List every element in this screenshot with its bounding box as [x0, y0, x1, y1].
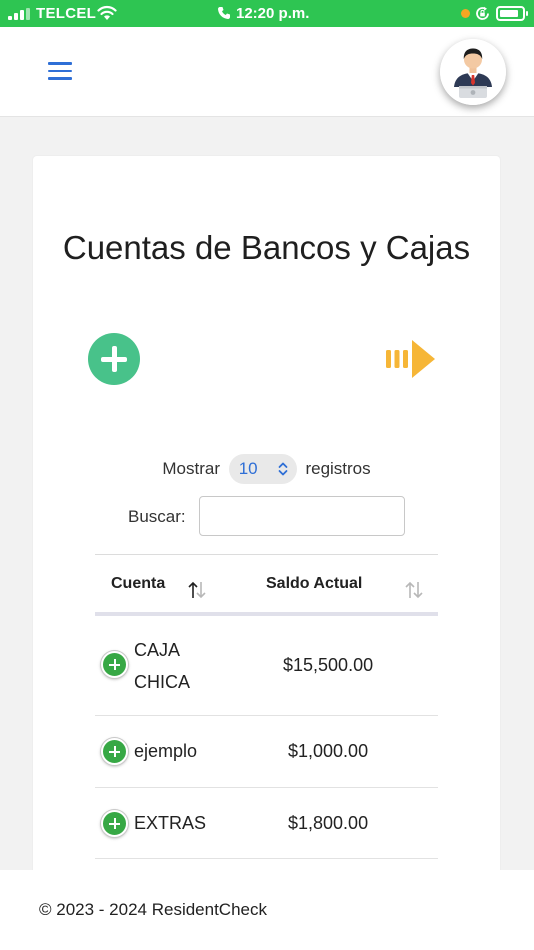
carrier-name: TELCEL	[36, 5, 97, 22]
footer: © 2023 - 2024 ResidentCheck	[0, 870, 534, 950]
avatar-illustration	[440, 39, 506, 105]
footer-copyright: © 2023 - 2024 ResidentCheck	[39, 900, 267, 919]
search-label: Buscar:	[128, 507, 186, 526]
status-bar: TELCEL 12:20 p.m.	[0, 0, 534, 27]
account-name: ejemplo	[134, 741, 198, 761]
records-per-page-control: Mostrar 10 registros	[33, 454, 500, 484]
account-balance: $1,800.00	[288, 813, 369, 833]
recording-indicator-icon	[461, 9, 470, 18]
table-row: ejemplo $1,000.00	[95, 716, 438, 788]
search-input[interactable]	[199, 496, 405, 536]
column-header-saldo[interactable]: Saldo Actual	[266, 575, 362, 593]
expand-row-icon[interactable]	[101, 738, 128, 765]
table-header: Cuenta Saldo Actual	[95, 554, 438, 616]
top-navbar	[0, 27, 534, 117]
account-balance: $15,500.00	[283, 655, 374, 675]
status-time: 12:20 p.m.	[236, 5, 310, 22]
table-row: CAJA CHICA $15,500.00	[95, 616, 438, 716]
account-name: EXTRAS	[134, 813, 207, 833]
battery-icon	[496, 6, 528, 21]
table-row: EXTRAS $1,800.00	[95, 788, 438, 859]
sort-asc-icon[interactable]	[187, 581, 207, 599]
wifi-icon	[97, 5, 117, 20]
sort-icon[interactable]	[404, 581, 424, 599]
arrow-right-icon[interactable]	[386, 339, 438, 379]
page-title: Cuentas de Bancos y Cajas	[62, 229, 471, 266]
records-per-page-select[interactable]: 10	[228, 454, 297, 484]
account-name: CAJA CHICA	[134, 634, 190, 698]
signal-icon	[8, 8, 30, 20]
account-name-line: CAJA	[134, 640, 181, 660]
accounts-table: Cuenta Saldo Actual CAJA CHICA $15,500.0…	[95, 554, 438, 859]
hamburger-icon[interactable]	[48, 62, 72, 80]
battery-level	[500, 10, 518, 17]
account-balance: $1,000.00	[288, 741, 369, 761]
column-header-cuenta[interactable]: Cuenta	[111, 575, 165, 593]
show-label: Mostrar	[162, 459, 220, 478]
expand-row-icon[interactable]	[101, 810, 128, 837]
records-per-page-value: 10	[238, 459, 258, 478]
expand-row-icon[interactable]	[101, 651, 128, 678]
phone-icon	[218, 7, 230, 19]
user-avatar-icon[interactable]	[440, 39, 506, 105]
account-name-line: CHICA	[134, 672, 191, 692]
add-account-button[interactable]	[88, 333, 140, 385]
rotation-lock-icon	[476, 6, 489, 20]
accounts-card: Cuentas de Bancos y Cajas Mostrar 10 reg…	[33, 156, 500, 896]
records-label: registros	[305, 459, 371, 478]
chevron-up-down-icon	[278, 462, 288, 476]
